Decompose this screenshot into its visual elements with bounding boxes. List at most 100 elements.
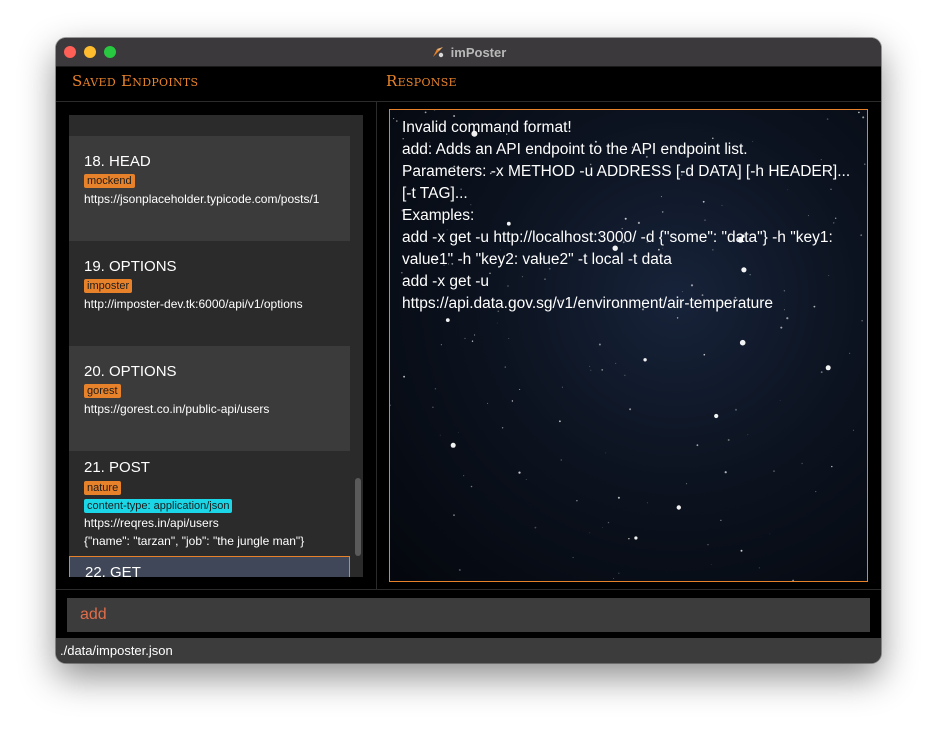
- endpoint-list-scrollbar[interactable]: [352, 115, 363, 577]
- star: [815, 491, 817, 493]
- star: [801, 462, 803, 465]
- star: [598, 343, 601, 346]
- endpoint-url: https://reqres.in/api/users: [84, 516, 219, 530]
- star: [634, 536, 638, 540]
- star: [432, 406, 434, 409]
- star: [864, 163, 866, 165]
- star: [739, 339, 746, 346]
- star: [458, 569, 461, 571]
- star: [696, 444, 699, 447]
- endpoint-card-19[interactable]: 19. OPTIONS imposter http://imposter-dev…: [69, 241, 350, 346]
- star: [628, 538, 630, 540]
- endpoint-card-18[interactable]: 18. HEAD mockend https://jsonplaceholder…: [69, 136, 350, 241]
- star: [501, 427, 504, 429]
- star: [861, 320, 863, 322]
- star: [504, 366, 506, 368]
- star: [615, 362, 617, 364]
- star: [853, 429, 854, 431]
- star: [720, 519, 722, 521]
- star: [474, 334, 476, 336]
- star: [617, 496, 620, 499]
- star: [450, 442, 456, 448]
- star: [710, 564, 712, 565]
- endpoint-title: 20. OPTIONS: [84, 363, 177, 380]
- star: [508, 338, 510, 339]
- star: [534, 526, 537, 529]
- star: [624, 374, 626, 376]
- endpoint-url: http://imposter-dev.tk:6000/api/v1/optio…: [84, 297, 303, 311]
- endpoint-card-20[interactable]: 20. OPTIONS gorest https://gorest.co.in/…: [69, 346, 350, 451]
- star: [601, 369, 604, 371]
- star: [440, 344, 442, 346]
- star: [561, 386, 563, 388]
- star: [613, 578, 615, 579]
- star: [576, 500, 578, 502]
- status-bar: ./data/imposter.json: [56, 638, 881, 663]
- endpoint-card-22-selected[interactable]: 22. GET: [69, 556, 350, 577]
- endpoint-url: https://gorest.co.in/public-api/users: [84, 402, 270, 416]
- data-file-path: ./data/imposter.json: [60, 643, 173, 658]
- star: [618, 572, 620, 574]
- star: [676, 505, 681, 510]
- star: [560, 459, 562, 461]
- endpoint-list[interactable]: 18. HEAD mockend https://jsonplaceholder…: [69, 115, 363, 577]
- star: [686, 483, 688, 485]
- star: [434, 388, 437, 390]
- endpoint-title: 18. HEAD: [84, 153, 151, 170]
- endpoint-url: https://jsonplaceholder.typicode.com/pos…: [84, 192, 320, 206]
- star: [470, 485, 473, 488]
- star: [471, 340, 474, 342]
- star: [453, 514, 455, 516]
- star: [605, 452, 607, 454]
- star: [496, 322, 498, 324]
- response-header: Response: [386, 72, 457, 90]
- star: [458, 432, 459, 433]
- endpoint-title: 21. POST: [84, 459, 150, 476]
- star: [858, 111, 860, 114]
- star: [703, 353, 706, 356]
- scrollbar-thumb[interactable]: [355, 478, 361, 556]
- star: [439, 434, 441, 436]
- star: [735, 408, 737, 411]
- list-item[interactable]: [69, 115, 350, 136]
- star: [714, 413, 719, 419]
- star: [390, 404, 391, 406]
- star: [589, 365, 591, 367]
- star: [676, 317, 679, 319]
- star: [589, 532, 591, 534]
- star: [707, 544, 709, 546]
- response-text: Invalid command format! add: Adds an API…: [402, 119, 851, 312]
- star: [519, 389, 521, 390]
- endpoint-data: {"name": "tarzan", "job": "the jungle ma…: [84, 534, 305, 548]
- command-box[interactable]: [67, 598, 870, 632]
- header-divider: [56, 101, 881, 102]
- endpoint-title: 22. GET: [85, 564, 141, 577]
- star: [646, 502, 648, 504]
- star: [445, 318, 450, 322]
- star: [518, 471, 521, 474]
- star: [403, 375, 405, 378]
- star: [779, 400, 781, 401]
- endpoint-tag: gorest: [84, 384, 121, 398]
- star: [758, 567, 760, 569]
- star: [590, 369, 592, 371]
- command-input[interactable]: [67, 598, 870, 632]
- star: [747, 434, 749, 436]
- star: [769, 533, 771, 535]
- star: [860, 234, 863, 237]
- star: [396, 120, 398, 122]
- star: [433, 110, 436, 111]
- star: [572, 556, 574, 559]
- star: [862, 116, 865, 119]
- star: [525, 479, 527, 480]
- panel-divider[interactable]: [376, 101, 377, 589]
- star: [773, 470, 775, 472]
- star: [740, 549, 743, 552]
- title-bar: imPoster: [56, 38, 881, 67]
- saved-endpoints-header: Saved Endpoints: [72, 72, 199, 90]
- star: [820, 371, 823, 373]
- star: [780, 326, 783, 329]
- star: [487, 402, 489, 404]
- star: [607, 521, 610, 524]
- endpoint-card-21[interactable]: 21. POST nature content-type: applicatio…: [69, 451, 350, 556]
